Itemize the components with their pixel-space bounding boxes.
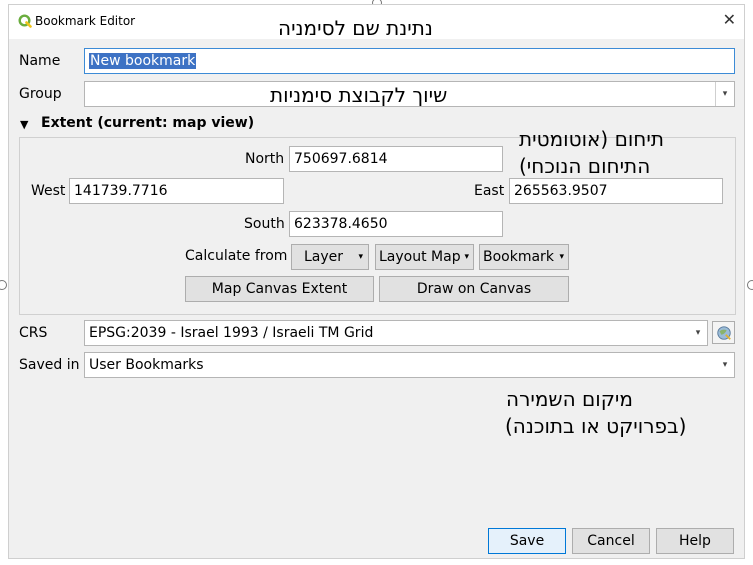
calc-layer-label: Layer: [304, 249, 344, 265]
calc-layout-map-label: Layout Map: [379, 249, 461, 265]
draw-on-canvas-button[interactable]: Draw on Canvas: [379, 276, 569, 302]
group-label: Group: [19, 86, 62, 102]
name-input[interactable]: New bookmark: [84, 48, 735, 74]
annotation-saved-line1: מיקום השמירה: [506, 387, 633, 411]
crs-value: EPSG:2039 - Israel 1993 / Israeli TM Gri…: [89, 325, 374, 341]
extent-header[interactable]: Extent (current: map view): [41, 115, 254, 131]
north-value: 750697.6814: [294, 151, 388, 167]
crs-label: CRS: [19, 325, 48, 341]
calc-bookmark-button[interactable]: Bookmark ▾: [479, 244, 569, 270]
crs-select-button[interactable]: [712, 321, 735, 344]
calc-layout-map-button[interactable]: Layout Map ▾: [375, 244, 474, 270]
calc-bookmark-label: Bookmark: [483, 249, 554, 265]
chevron-down-icon: ▾: [695, 328, 701, 338]
saved-in-label: Saved in: [19, 357, 80, 373]
chevron-down-icon: ▾: [358, 252, 363, 262]
chevron-down-icon: ▾: [722, 360, 728, 370]
save-button[interactable]: Save: [488, 528, 566, 554]
resize-handle-left[interactable]: [0, 280, 7, 290]
name-label: Name: [19, 53, 61, 69]
name-input-value: New bookmark: [89, 53, 197, 69]
west-label: West: [31, 183, 66, 199]
saved-in-value: User Bookmarks: [89, 357, 204, 373]
window-title: Bookmark Editor: [35, 14, 136, 28]
annotation-extent-line1: תיחום (אוטומטית: [519, 127, 664, 151]
chevron-down-icon: ▾: [464, 252, 469, 262]
annotation-extent-line2: התיחום הנוכחי): [519, 154, 651, 178]
qgis-logo-icon: [18, 14, 32, 28]
north-label: North: [245, 151, 285, 167]
crs-globe-icon: [717, 326, 731, 340]
resize-handle-right[interactable]: [747, 280, 753, 290]
saved-in-combobox[interactable]: User Bookmarks ▾: [84, 352, 735, 378]
north-input[interactable]: 750697.6814: [289, 146, 503, 172]
south-input[interactable]: 623378.4650: [289, 211, 503, 237]
south-value: 623378.4650: [294, 216, 388, 232]
annotation-group: שיוך לקבוצת סימניות: [270, 83, 448, 107]
south-label: South: [244, 216, 285, 232]
east-value: 265563.9507: [514, 183, 608, 199]
crs-combobox[interactable]: EPSG:2039 - Israel 1993 / Israeli TM Gri…: [84, 320, 708, 346]
annotation-saved-line2: (בפרויקט או בתוכנה): [505, 414, 687, 438]
chevron-down-icon[interactable]: ▾: [715, 82, 734, 106]
west-input[interactable]: 141739.7716: [69, 178, 284, 204]
east-input[interactable]: 265563.9507: [509, 178, 723, 204]
west-value: 141739.7716: [74, 183, 168, 199]
calculate-from-label: Calculate from: [185, 248, 288, 264]
map-canvas-extent-button[interactable]: Map Canvas Extent: [185, 276, 374, 302]
east-label: East: [474, 183, 505, 199]
cancel-button[interactable]: Cancel: [572, 528, 650, 554]
extent-toggle-icon[interactable]: ▼: [20, 118, 28, 131]
help-button[interactable]: Help: [656, 528, 734, 554]
calc-layer-button[interactable]: Layer ▾: [291, 244, 369, 270]
close-icon[interactable]: ✕: [723, 10, 736, 29]
annotation-name: נתינת שם לסימניה: [278, 16, 433, 40]
chevron-down-icon: ▾: [559, 252, 564, 262]
